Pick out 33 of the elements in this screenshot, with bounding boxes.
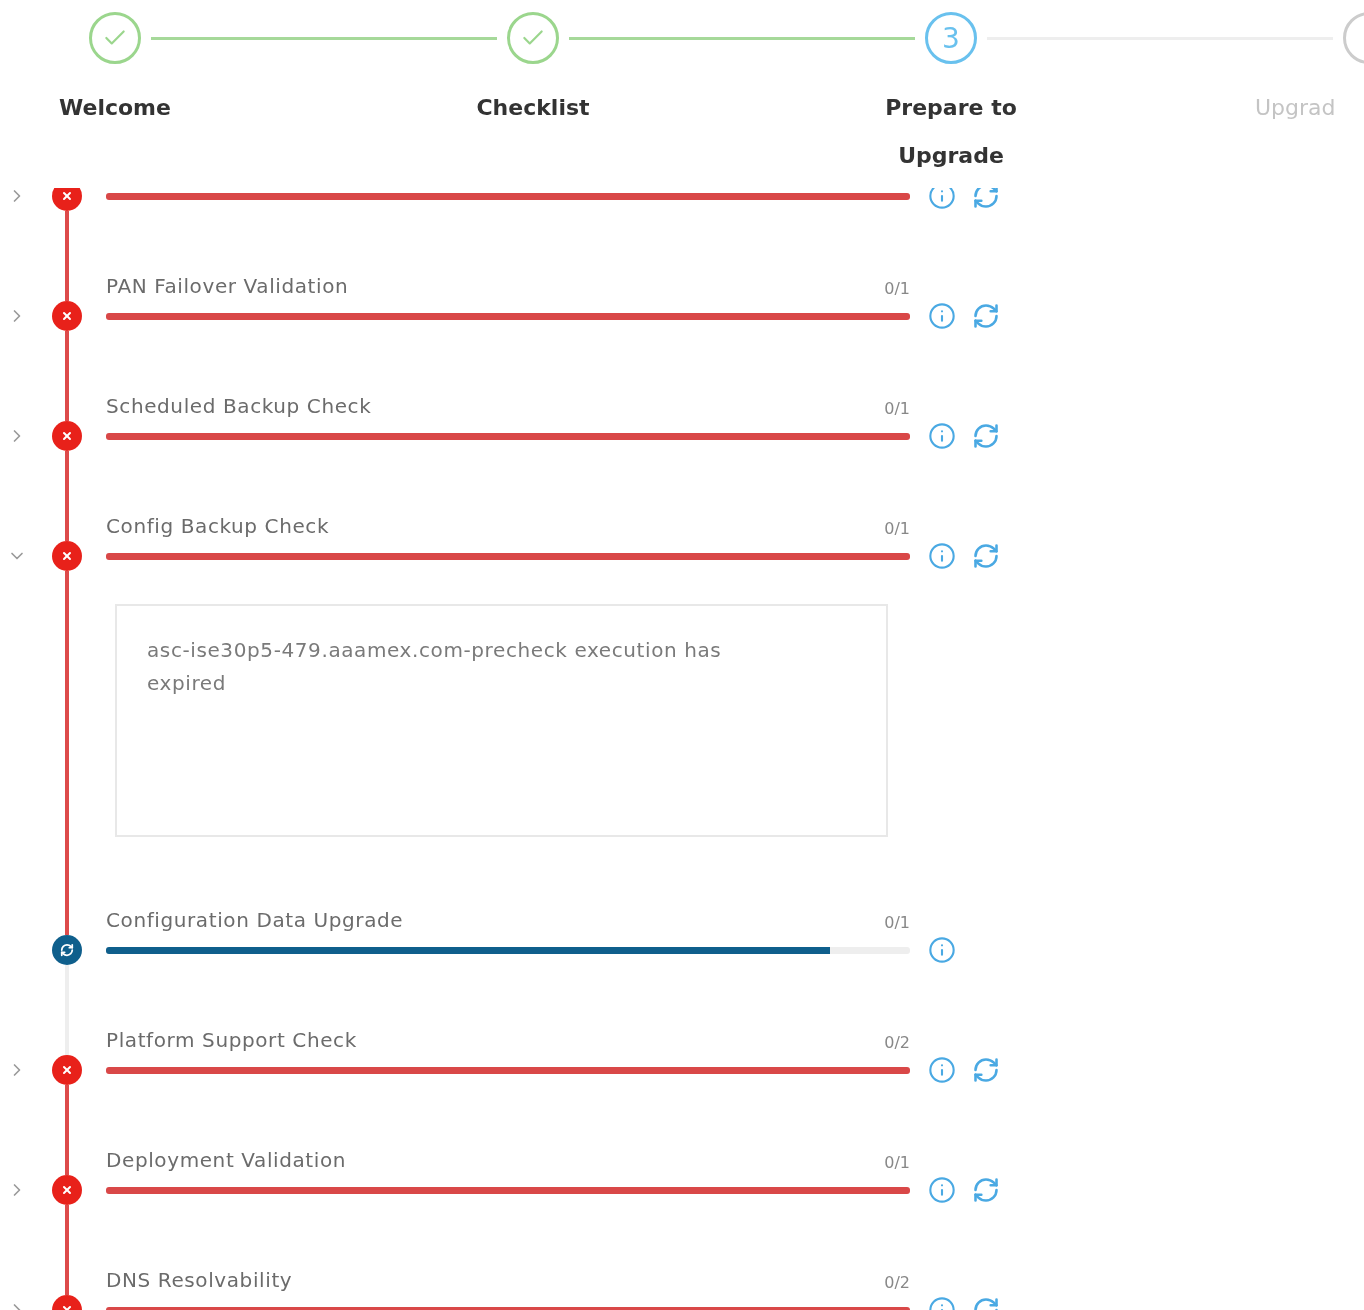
check-count: 0/1 bbox=[884, 1153, 910, 1172]
info-icon[interactable] bbox=[928, 422, 956, 450]
check-count: 0/1 bbox=[884, 399, 910, 418]
refresh-icon[interactable] bbox=[972, 542, 1000, 570]
refresh-icon[interactable] bbox=[972, 188, 1000, 210]
refresh-icon[interactable] bbox=[972, 1056, 1000, 1084]
check-count: 0/2 bbox=[884, 1033, 910, 1052]
check-title: Configuration Data Upgrade bbox=[106, 908, 404, 932]
refresh-icon[interactable] bbox=[972, 302, 1000, 330]
step-circle: 3 bbox=[925, 12, 977, 64]
check-count: 0/1 bbox=[884, 913, 910, 932]
step-label: Checklist bbox=[476, 95, 590, 120]
step-label: Welcome bbox=[59, 95, 171, 120]
check-title: Deployment Validation bbox=[106, 1148, 347, 1172]
check-count: 0/2 bbox=[884, 1273, 910, 1292]
refresh-icon[interactable] bbox=[972, 1176, 1000, 1204]
info-icon[interactable] bbox=[928, 936, 956, 964]
check-title: Platform Support Check bbox=[106, 1028, 357, 1052]
check-title: Scheduled Backup Check bbox=[106, 394, 372, 418]
info-icon[interactable] bbox=[928, 1176, 956, 1204]
check-title: PAN Failover Validation bbox=[106, 274, 349, 298]
message-text: asc-ise30p5-479.aaamex.com-precheck execution has expired bbox=[147, 638, 722, 695]
step-label: Prepare to Upgrade bbox=[885, 95, 1017, 168]
step-label: Upgrad bbox=[1255, 95, 1336, 120]
info-icon[interactable] bbox=[928, 542, 956, 570]
check-title: Config Backup Check bbox=[106, 514, 330, 538]
info-icon[interactable] bbox=[928, 188, 956, 210]
refresh-icon[interactable] bbox=[972, 422, 1000, 450]
check-count: 0/1 bbox=[884, 279, 910, 298]
check-count: 0/1 bbox=[884, 519, 910, 538]
info-icon[interactable] bbox=[928, 1056, 956, 1084]
check-title: DNS Resolvability bbox=[106, 1268, 293, 1292]
info-icon[interactable] bbox=[928, 302, 956, 330]
